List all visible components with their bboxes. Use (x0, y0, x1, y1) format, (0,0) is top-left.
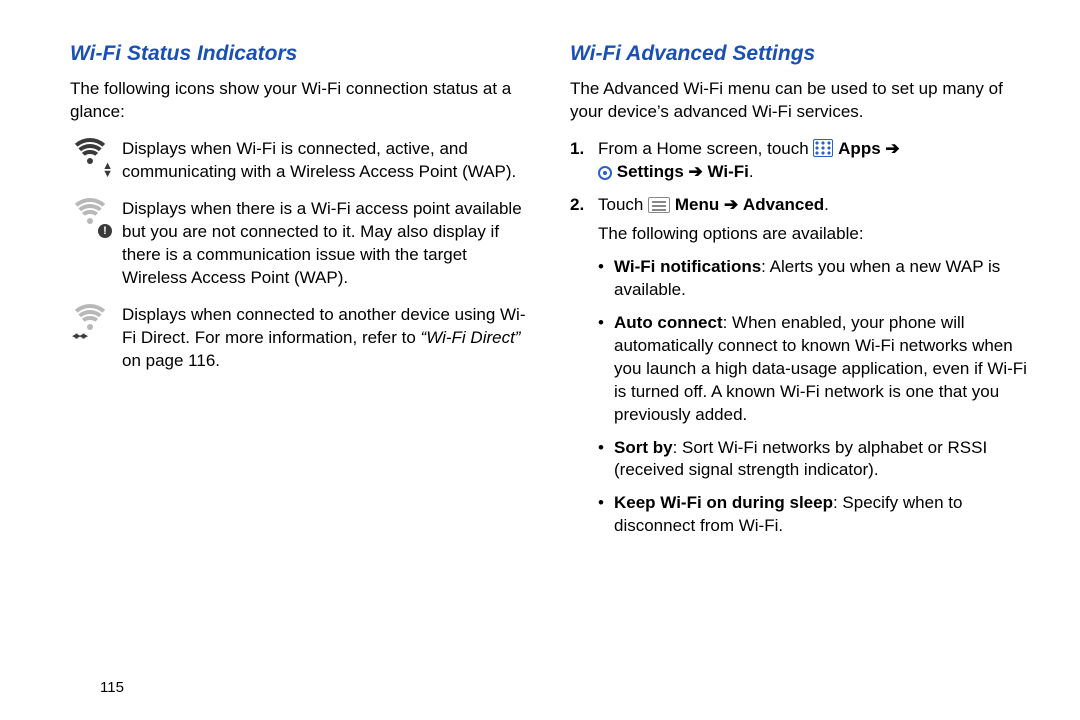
option-item: Auto connect: When enabled, your phone w… (598, 312, 1030, 427)
left-heading: Wi-Fi Status Indicators (70, 40, 530, 68)
apps-icon (813, 139, 833, 157)
steps-list: From a Home screen, touch Apps ➔ Setting… (570, 138, 1030, 246)
step-1: From a Home screen, touch Apps ➔ Setting… (570, 138, 1030, 184)
option-item: Sort by: Sort Wi-Fi networks by alphabet… (598, 437, 1030, 483)
page-number: 115 (100, 679, 124, 696)
options-list: Wi-Fi notifications: Alerts you when a n… (598, 256, 1030, 538)
wifi-direct-icon: ◂▸◂▸ (70, 304, 122, 348)
status-icon-list: ▲▼ Displays when Wi-Fi is connected, act… (70, 138, 530, 372)
right-intro: The Advanced Wi-Fi menu can be used to s… (570, 78, 1030, 124)
wifi-active-icon: ▲▼ (70, 138, 122, 182)
list-item: ◂▸◂▸ Displays when connected to another … (70, 304, 530, 373)
option-item: Wi-Fi notifications: Alerts you when a n… (598, 256, 1030, 302)
list-item: ! Displays when there is a Wi-Fi access … (70, 198, 530, 290)
left-intro: The following icons show your Wi-Fi conn… (70, 78, 530, 124)
left-column: Wi-Fi Status Indicators The following ic… (70, 40, 560, 690)
right-column: Wi-Fi Advanced Settings The Advanced Wi-… (560, 40, 1030, 690)
icon-description: Displays when Wi-Fi is connected, active… (122, 138, 530, 184)
option-item: Keep Wi-Fi on during sleep: Specify when… (598, 492, 1030, 538)
settings-icon (598, 166, 612, 180)
menu-icon (648, 197, 670, 213)
manual-page: Wi-Fi Status Indicators The following ic… (0, 0, 1080, 720)
wifi-available-icon: ! (70, 198, 122, 242)
list-item: ▲▼ Displays when Wi-Fi is connected, act… (70, 138, 530, 184)
options-intro: The following options are available: (598, 223, 1030, 246)
icon-description: Displays when there is a Wi-Fi access po… (122, 198, 530, 290)
icon-description: Displays when connected to another devic… (122, 304, 530, 373)
right-heading: Wi-Fi Advanced Settings (570, 40, 1030, 68)
step-2: Touch Menu ➔ Advanced. The following opt… (570, 194, 1030, 246)
